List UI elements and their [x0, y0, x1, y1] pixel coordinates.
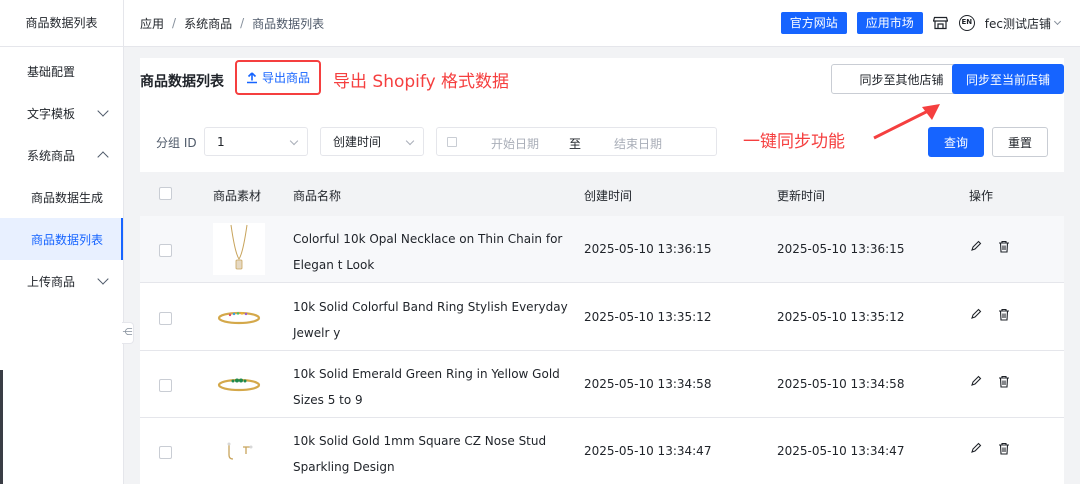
sidebar-item-label: 文字模板: [27, 106, 76, 121]
breadcrumb-separator: /: [172, 16, 177, 30]
sidebar-title: 商品数据列表: [0, 0, 123, 47]
col-actions: 操作: [969, 189, 994, 203]
edit-icon[interactable]: [970, 308, 982, 324]
collapse-sidebar-icon[interactable]: ⋲: [122, 322, 134, 344]
store-icon[interactable]: [933, 15, 949, 31]
group-id-label: 分组 ID: [156, 136, 197, 150]
chevron-down-icon: [97, 273, 109, 285]
language-icon[interactable]: EN: [958, 15, 975, 31]
created-time: 2025-05-10 13:34:47: [584, 444, 712, 458]
row-checkbox[interactable]: [159, 312, 172, 325]
row-checkbox[interactable]: [159, 379, 172, 392]
sidebar-item-basic-config[interactable]: 基础配置: [0, 50, 123, 92]
product-name: 10k Solid Gold 1mm Square CZ Nose Stud S…: [293, 434, 547, 474]
product-name: 10k Solid Emerald Green Ring in Yellow G…: [293, 367, 560, 407]
sync-annotation: 一键同步功能: [743, 132, 845, 152]
breadcrumb-current: 商品数据列表: [252, 16, 325, 31]
sidebar-item-upload-products[interactable]: 上传商品: [0, 260, 123, 302]
export-products-button[interactable]: 导出商品: [235, 60, 321, 95]
edit-icon[interactable]: [970, 240, 982, 256]
nose-stud-image: [213, 425, 265, 477]
delete-icon[interactable]: [998, 442, 1010, 459]
chevron-down-icon: [1053, 17, 1062, 26]
necklace-image: [213, 223, 265, 275]
created-time: 2025-05-10 13:36:15: [584, 242, 712, 256]
select-all-checkbox[interactable]: [159, 187, 172, 200]
col-material: 商品素材: [213, 189, 262, 203]
group-id-value: 1: [217, 134, 225, 149]
chevron-up-icon: [97, 151, 109, 163]
emerald-ring-image: [213, 358, 265, 410]
top-header: 应用 / 系统商品 / 商品数据列表 官方网站 应用市场 EN fec测试店铺: [124, 0, 1080, 47]
sidebar-item-product-data-list[interactable]: 商品数据列表: [0, 218, 123, 260]
col-updated: 更新时间: [777, 189, 826, 203]
end-date-input[interactable]: 结束日期: [614, 135, 662, 152]
created-time: 2025-05-10 13:34:58: [584, 377, 712, 391]
date-range-picker[interactable]: 开始日期 至 结束日期: [436, 127, 717, 156]
sync-other-store-button[interactable]: 同步至其他店铺: [831, 64, 972, 94]
sidebar-item-label: 基础配置: [27, 64, 76, 79]
table-row[interactable]: 10k Solid Colorful Band Ring Stylish Eve…: [140, 284, 1064, 351]
query-button[interactable]: 查询: [928, 127, 984, 157]
table-header: 商品素材 商品名称 创建时间 更新时间 操作: [140, 172, 1064, 216]
updated-time: 2025-05-10 13:34:47: [777, 444, 905, 458]
breadcrumb-system-products[interactable]: 系统商品: [184, 15, 232, 32]
sidebar-item-text-template[interactable]: 文字模板: [0, 92, 123, 134]
sort-value: 创建时间: [333, 135, 382, 149]
sidebar-item-label: 商品数据生成: [31, 190, 104, 205]
updated-time: 2025-05-10 13:35:12: [777, 310, 905, 324]
user-menu[interactable]: fec测试店铺: [984, 15, 1062, 32]
created-time: 2025-05-10 13:35:12: [584, 310, 712, 324]
chevron-down-icon: [289, 136, 299, 146]
reset-button[interactable]: 重置: [992, 127, 1048, 157]
chevron-down-icon: [405, 136, 415, 146]
delete-icon[interactable]: [998, 240, 1010, 257]
table-row[interactable]: 10k Solid Emerald Green Ring in Yellow G…: [140, 351, 1064, 418]
band-ring-image: [213, 291, 265, 343]
group-id-select[interactable]: 1: [204, 127, 308, 156]
sidebar: 商品数据列表 基础配置 文字模板 系统商品 商品数据生成 商品数据列表 上传商品: [0, 0, 124, 484]
export-annotation: 导出 Shopify 格式数据: [333, 72, 510, 92]
table-row[interactable]: 10k Solid Gold 1mm Square CZ Nose Stud S…: [140, 418, 1064, 484]
updated-time: 2025-05-10 13:34:58: [777, 377, 905, 391]
breadcrumb-separator: /: [240, 16, 245, 30]
sidebar-item-label: 上传商品: [27, 274, 76, 289]
updated-time: 2025-05-10 13:36:15: [777, 242, 905, 256]
edit-icon[interactable]: [970, 442, 982, 458]
sync-current-store-button[interactable]: 同步至当前店铺: [952, 64, 1064, 94]
edit-icon[interactable]: [970, 375, 982, 391]
row-checkbox[interactable]: [159, 244, 172, 257]
delete-icon[interactable]: [998, 375, 1010, 392]
sidebar-item-product-data-generate[interactable]: 商品数据生成: [0, 176, 123, 218]
product-name: Colorful 10k Opal Necklace on Thin Chain…: [293, 232, 563, 272]
window-edge: [0, 370, 3, 484]
delete-icon[interactable]: [998, 308, 1010, 325]
page-title: 商品数据列表: [140, 74, 224, 90]
start-date-input[interactable]: 开始日期: [491, 135, 539, 152]
breadcrumb-apps[interactable]: 应用: [140, 15, 164, 32]
export-label: 导出商品: [261, 71, 310, 85]
row-checkbox[interactable]: [159, 446, 172, 459]
sidebar-item-label: 商品数据列表: [31, 232, 104, 247]
table-row[interactable]: Colorful 10k Opal Necklace on Thin Chain…: [140, 216, 1064, 283]
col-created: 创建时间: [584, 189, 633, 203]
calendar-icon: [447, 137, 457, 147]
upload-icon: [246, 71, 257, 83]
user-name: fec测试店铺: [984, 16, 1051, 31]
sidebar-item-system-products[interactable]: 系统商品: [0, 134, 123, 176]
sort-select[interactable]: 创建时间: [320, 127, 424, 156]
official-site-button[interactable]: 官方网站: [780, 12, 847, 34]
col-name: 商品名称: [293, 189, 342, 203]
app-market-button[interactable]: 应用市场: [856, 12, 923, 34]
date-range-separator: 至: [569, 137, 582, 151]
sidebar-item-label: 系统商品: [27, 148, 76, 163]
chevron-down-icon: [97, 105, 109, 117]
product-name: 10k Solid Colorful Band Ring Stylish Eve…: [293, 300, 568, 340]
